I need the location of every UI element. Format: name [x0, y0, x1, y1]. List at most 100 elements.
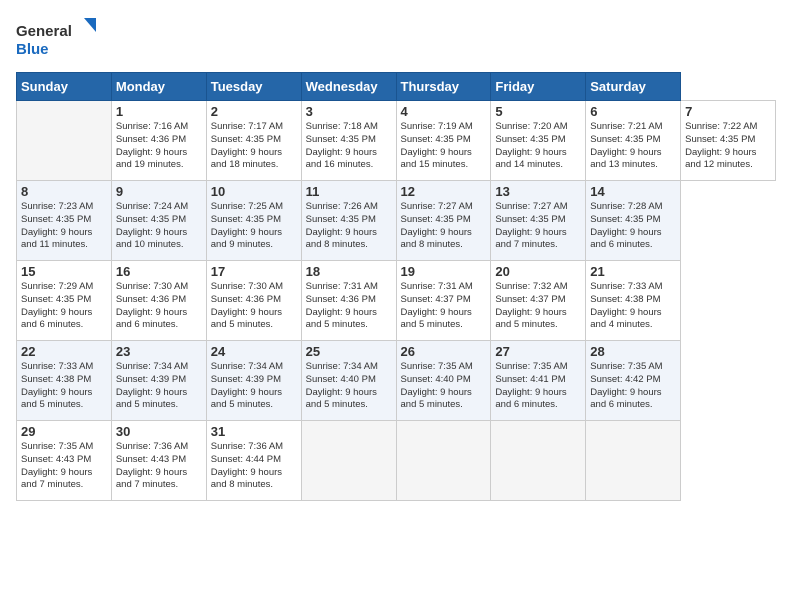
day-number: 4: [401, 104, 487, 119]
calendar-cell: 16 Sunrise: 7:30 AM Sunset: 4:36 PM Dayl…: [111, 261, 206, 341]
daylight: Daylight: 9 hours and 5 minutes.: [116, 387, 187, 411]
daylight: Daylight: 9 hours and 5 minutes.: [495, 307, 566, 331]
calendar-cell: 27 Sunrise: 7:35 AM Sunset: 4:41 PM Dayl…: [491, 341, 586, 421]
sunset: Sunset: 4:42 PM: [590, 374, 660, 385]
calendar-cell: 29 Sunrise: 7:35 AM Sunset: 4:43 PM Dayl…: [17, 421, 112, 501]
sunset: Sunset: 4:35 PM: [401, 134, 471, 145]
day-number: 26: [401, 344, 487, 359]
day-number: 5: [495, 104, 581, 119]
day-number: 31: [211, 424, 297, 439]
sunrise: Sunrise: 7:25 AM: [211, 201, 283, 212]
sunrise: Sunrise: 7:34 AM: [306, 361, 378, 372]
sunrise: Sunrise: 7:30 AM: [211, 281, 283, 292]
sunrise: Sunrise: 7:31 AM: [306, 281, 378, 292]
sunset: Sunset: 4:35 PM: [401, 214, 471, 225]
day-number: 19: [401, 264, 487, 279]
weekday-header-wednesday: Wednesday: [301, 73, 396, 101]
sunrise: Sunrise: 7:20 AM: [495, 121, 567, 132]
sunrise: Sunrise: 7:35 AM: [21, 441, 93, 452]
day-number: 9: [116, 184, 202, 199]
daylight: Daylight: 9 hours and 5 minutes.: [21, 387, 92, 411]
sunrise: Sunrise: 7:22 AM: [685, 121, 757, 132]
sunrise: Sunrise: 7:19 AM: [401, 121, 473, 132]
week-row-3: 15 Sunrise: 7:29 AM Sunset: 4:35 PM Dayl…: [17, 261, 776, 341]
calendar-cell: [301, 421, 396, 501]
sunrise: Sunrise: 7:35 AM: [590, 361, 662, 372]
daylight: Daylight: 9 hours and 5 minutes.: [306, 387, 377, 411]
daylight: Daylight: 9 hours and 8 minutes.: [401, 227, 472, 251]
sunrise: Sunrise: 7:23 AM: [21, 201, 93, 212]
calendar-cell: 19 Sunrise: 7:31 AM Sunset: 4:37 PM Dayl…: [396, 261, 491, 341]
day-number: 14: [590, 184, 676, 199]
day-number: 27: [495, 344, 581, 359]
calendar-cell: [396, 421, 491, 501]
sunset: Sunset: 4:39 PM: [211, 374, 281, 385]
day-number: 28: [590, 344, 676, 359]
sunset: Sunset: 4:40 PM: [306, 374, 376, 385]
day-number: 29: [21, 424, 107, 439]
day-number: 17: [211, 264, 297, 279]
sunrise: Sunrise: 7:27 AM: [401, 201, 473, 212]
daylight: Daylight: 9 hours and 11 minutes.: [21, 227, 92, 251]
calendar-cell: 23 Sunrise: 7:34 AM Sunset: 4:39 PM Dayl…: [111, 341, 206, 421]
day-number: 3: [306, 104, 392, 119]
sunset: Sunset: 4:44 PM: [211, 454, 281, 465]
calendar-cell: 31 Sunrise: 7:36 AM Sunset: 4:44 PM Dayl…: [206, 421, 301, 501]
sunrise: Sunrise: 7:34 AM: [116, 361, 188, 372]
calendar-cell: [491, 421, 586, 501]
sunset: Sunset: 4:35 PM: [590, 214, 660, 225]
day-number: 15: [21, 264, 107, 279]
daylight: Daylight: 9 hours and 5 minutes.: [401, 387, 472, 411]
daylight: Daylight: 9 hours and 15 minutes.: [401, 147, 472, 171]
daylight: Daylight: 9 hours and 6 minutes.: [116, 307, 187, 331]
sunset: Sunset: 4:37 PM: [401, 294, 471, 305]
sunset: Sunset: 4:36 PM: [211, 294, 281, 305]
weekday-header-thursday: Thursday: [396, 73, 491, 101]
sunset: Sunset: 4:37 PM: [495, 294, 565, 305]
sunrise: Sunrise: 7:21 AM: [590, 121, 662, 132]
week-row-2: 8 Sunrise: 7:23 AM Sunset: 4:35 PM Dayli…: [17, 181, 776, 261]
logo-svg: General Blue: [16, 16, 96, 60]
sunrise: Sunrise: 7:33 AM: [21, 361, 93, 372]
calendar-cell: 11 Sunrise: 7:26 AM Sunset: 4:35 PM Dayl…: [301, 181, 396, 261]
daylight: Daylight: 9 hours and 5 minutes.: [211, 307, 282, 331]
calendar-cell: 24 Sunrise: 7:34 AM Sunset: 4:39 PM Dayl…: [206, 341, 301, 421]
day-number: 24: [211, 344, 297, 359]
sunset: Sunset: 4:39 PM: [116, 374, 186, 385]
sunset: Sunset: 4:35 PM: [306, 134, 376, 145]
day-number: 20: [495, 264, 581, 279]
daylight: Daylight: 9 hours and 16 minutes.: [306, 147, 377, 171]
daylight: Daylight: 9 hours and 6 minutes.: [590, 387, 661, 411]
logo: General Blue: [16, 16, 96, 60]
header-row: SundayMondayTuesdayWednesdayThursdayFrid…: [17, 73, 776, 101]
sunset: Sunset: 4:35 PM: [211, 214, 281, 225]
daylight: Daylight: 9 hours and 14 minutes.: [495, 147, 566, 171]
sunrise: Sunrise: 7:36 AM: [211, 441, 283, 452]
sunset: Sunset: 4:35 PM: [116, 214, 186, 225]
calendar-cell: 26 Sunrise: 7:35 AM Sunset: 4:40 PM Dayl…: [396, 341, 491, 421]
svg-text:Blue: Blue: [16, 41, 49, 58]
sunset: Sunset: 4:35 PM: [21, 214, 91, 225]
sunrise: Sunrise: 7:35 AM: [495, 361, 567, 372]
week-row-4: 22 Sunrise: 7:33 AM Sunset: 4:38 PM Dayl…: [17, 341, 776, 421]
daylight: Daylight: 9 hours and 7 minutes.: [495, 227, 566, 251]
day-number: 8: [21, 184, 107, 199]
sunset: Sunset: 4:35 PM: [211, 134, 281, 145]
calendar-cell: 3 Sunrise: 7:18 AM Sunset: 4:35 PM Dayli…: [301, 101, 396, 181]
calendar-cell: 20 Sunrise: 7:32 AM Sunset: 4:37 PM Dayl…: [491, 261, 586, 341]
sunset: Sunset: 4:36 PM: [116, 294, 186, 305]
sunset: Sunset: 4:38 PM: [590, 294, 660, 305]
calendar-cell: 21 Sunrise: 7:33 AM Sunset: 4:38 PM Dayl…: [586, 261, 681, 341]
day-number: 25: [306, 344, 392, 359]
sunrise: Sunrise: 7:16 AM: [116, 121, 188, 132]
sunset: Sunset: 4:35 PM: [306, 214, 376, 225]
daylight: Daylight: 9 hours and 12 minutes.: [685, 147, 756, 171]
calendar-cell: 2 Sunrise: 7:17 AM Sunset: 4:35 PM Dayli…: [206, 101, 301, 181]
day-number: 21: [590, 264, 676, 279]
daylight: Daylight: 9 hours and 10 minutes.: [116, 227, 187, 251]
sunset: Sunset: 4:35 PM: [685, 134, 755, 145]
day-number: 6: [590, 104, 676, 119]
sunrise: Sunrise: 7:17 AM: [211, 121, 283, 132]
day-number: 30: [116, 424, 202, 439]
day-number: 23: [116, 344, 202, 359]
